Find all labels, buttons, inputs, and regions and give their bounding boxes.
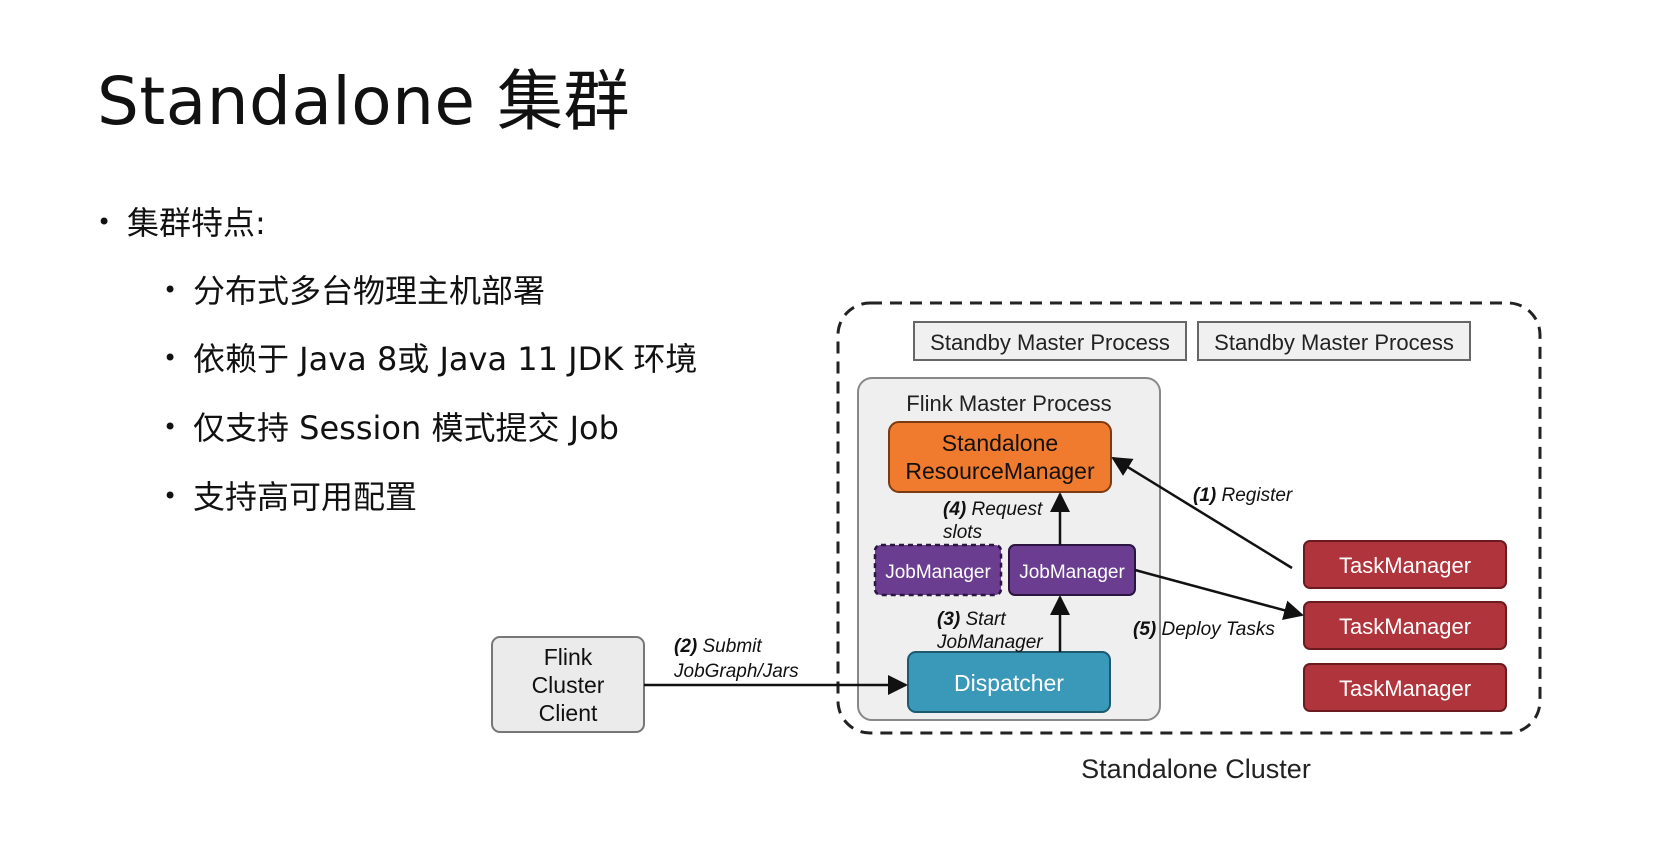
edge-label-submit-line2: JobGraph/Jars — [673, 661, 799, 682]
edge-label-deploy: (5) Deploy Tasks — [1133, 619, 1275, 640]
edge-label-start-line2: JobManager — [936, 632, 1043, 653]
client-label-line2: Cluster — [532, 672, 605, 698]
resource-manager-label-line1: Standalone — [942, 430, 1058, 456]
client-label-line1: Flink — [544, 644, 593, 670]
flink-master-process-label: Flink Master Process — [906, 391, 1111, 416]
cluster-label: Standalone Cluster — [1081, 754, 1311, 784]
standby-master-process-label: Standby Master Process — [1214, 330, 1454, 355]
job-manager-label: JobManager — [1019, 562, 1125, 583]
task-manager-label: TaskManager — [1339, 614, 1471, 639]
edge-label-request-line2: slots — [943, 522, 983, 543]
edge-label-start: (3) Start — [937, 609, 1006, 630]
client-label-line3: Client — [539, 700, 598, 726]
task-manager-label: TaskManager — [1339, 676, 1471, 701]
job-manager-dashed-label: JobManager — [885, 562, 991, 583]
resource-manager-label-line2: ResourceManager — [905, 458, 1095, 484]
architecture-diagram: Standalone Cluster Standby Master Proces… — [491, 301, 1542, 784]
edge-label-request: (4) Request — [943, 499, 1043, 520]
standby-master-process-label: Standby Master Process — [930, 330, 1170, 355]
task-manager-label: TaskManager — [1339, 553, 1471, 578]
edge-label-register: (1) Register — [1193, 485, 1293, 506]
dispatcher-label: Dispatcher — [954, 670, 1064, 696]
edge-label-submit: (2) Submit — [674, 636, 762, 657]
